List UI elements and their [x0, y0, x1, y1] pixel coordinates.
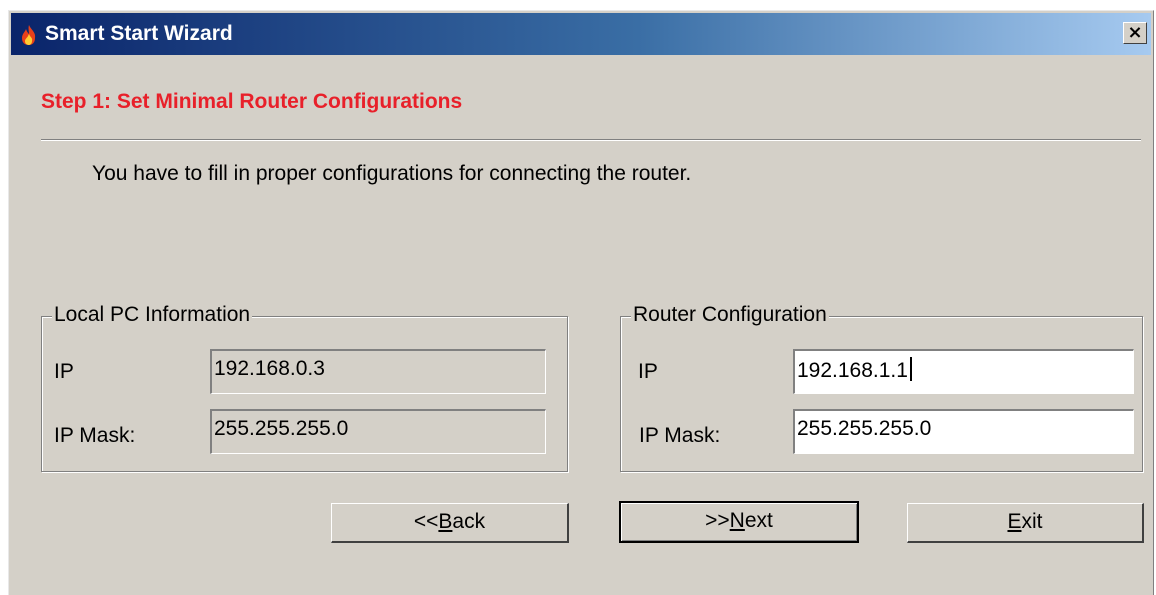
next-mnemonic[interactable]: N	[730, 509, 745, 532]
router-ip-input[interactable]: 192.168.1.1	[793, 349, 1134, 394]
divider	[41, 139, 1141, 141]
back-label-rest[interactable]: ack	[452, 510, 485, 533]
next-prefix[interactable]: >>	[705, 509, 730, 532]
title-bar[interactable]: Smart Start Wizard ×	[11, 13, 1151, 55]
text-caret	[909, 357, 912, 381]
back-mnemonic[interactable]: B	[438, 510, 452, 533]
router-mask-label: IP Mask:	[639, 424, 721, 447]
router-config-group-label: Router Configuration	[631, 302, 829, 328]
window-title: Smart Start Wizard	[45, 22, 233, 45]
wizard-window: Smart Start Wizard × Step 1: Set Minimal…	[8, 10, 1154, 595]
local-pc-group: Local PC Information IP 192.168.0.3 IP M…	[41, 302, 568, 472]
exit-mnemonic[interactable]: E	[1007, 510, 1021, 533]
next-button[interactable]: >>Next	[619, 501, 859, 543]
local-ip-label: IP	[54, 360, 74, 383]
close-icon[interactable]: ×	[1127, 22, 1142, 43]
back-prefix[interactable]: <<	[414, 510, 439, 533]
step-title: Step 1: Set Minimal Router Configuration…	[41, 90, 463, 113]
local-ip-field: 192.168.0.3	[210, 349, 546, 394]
router-ip-value[interactable]: 192.168.1.1	[797, 359, 908, 382]
back-button[interactable]: <<Back	[331, 503, 569, 543]
local-pc-group-label: Local PC Information	[52, 302, 253, 328]
exit-label-rest[interactable]: xit	[1022, 510, 1043, 533]
router-config-group: Router Configuration IP 192.168.1.1 IP M…	[620, 302, 1143, 472]
next-label-rest[interactable]: ext	[745, 509, 773, 532]
router-mask-input[interactable]: 255.255.255.0	[793, 409, 1134, 454]
router-ip-label: IP	[638, 360, 658, 383]
local-mask-label: IP Mask:	[54, 424, 136, 447]
exit-button[interactable]: Exit	[907, 503, 1144, 543]
local-mask-field: 255.255.255.0	[210, 409, 546, 454]
fire-icon	[22, 25, 36, 45]
close-button[interactable]: ×	[1123, 22, 1147, 44]
step-description: You have to fill in proper configuration…	[92, 162, 692, 185]
